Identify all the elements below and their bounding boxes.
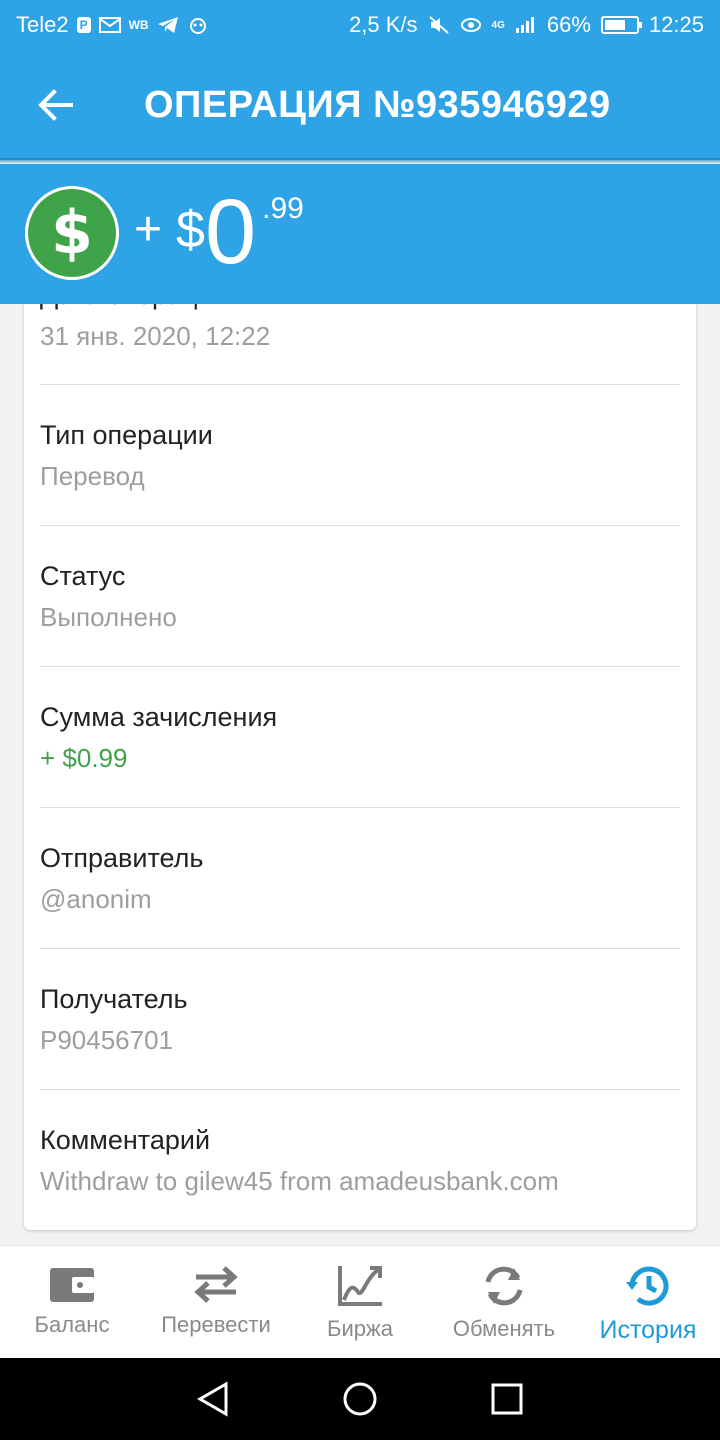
nav-label: Биржа [327,1316,393,1341]
amount-header: $ + $ 0 .99 [0,164,720,304]
detail-value[interactable]: Выполнено [40,602,680,633]
detail-label: Комментарий [40,1125,211,1155]
signal-icon [515,17,534,33]
telegram-icon [157,17,178,33]
mute-icon [428,16,449,34]
detail-label: Статус [40,561,126,591]
amount-whole: 0 [204,181,257,283]
history-icon [626,1266,669,1306]
divider [40,1089,680,1090]
detail-label: Отправитель [40,843,204,873]
divider [40,525,680,526]
back-triangle-icon[interactable] [196,1381,230,1417]
nav-label: Перевести [161,1312,271,1337]
dollar-coin-icon: $ [25,186,119,280]
eye-icon [460,18,481,32]
nav-exchange[interactable]: Обменять [432,1246,576,1358]
nav-label: История [599,1316,697,1344]
status-bar: Tele2 P WB 2,5 K/s 4G 66% 12:25 [0,0,720,50]
page-title: ОПЕРАЦИЯ №935946929 [144,83,611,126]
arrow-back-icon [38,89,73,121]
carrier-label: Tele2 [16,12,69,37]
net-speed: 2,5 K/s [349,12,418,37]
divider [40,948,680,949]
divider [40,807,680,808]
nav-history[interactable]: История [576,1246,720,1358]
battery-percent: 66% [546,12,591,37]
nav-balance[interactable]: Баланс [0,1246,144,1358]
clock: 12:25 [648,12,704,37]
app-toolbar: ОПЕРАЦИЯ №935946929 [0,50,720,160]
app-mascot-icon [189,18,206,34]
network-type-badge: 4G [491,19,505,31]
detail-row-recipient: Получатель P90456701 [40,984,680,1056]
detail-label: Получатель [40,984,188,1014]
detail-value[interactable]: + $0.99 [40,743,680,774]
detail-row-amount: Сумма зачисления + $0.99 [40,702,680,774]
mail-icon [98,17,121,33]
detail-value[interactable]: Withdraw to gilew45 from amadeusbank.com [40,1166,680,1197]
exchange-refresh-icon [485,1266,523,1306]
amount-cents: .99 [262,192,304,225]
detail-row-status: Статус Выполнено [40,561,680,633]
home-circle-icon[interactable] [342,1381,378,1417]
detail-value[interactable]: @anonim [40,884,680,915]
back-button[interactable] [0,50,110,160]
nav-transfer[interactable]: Перевести [144,1246,288,1358]
detail-label: Сумма зачисления [40,702,278,732]
nav-exchange-market[interactable]: Биржа [288,1246,432,1358]
nav-label: Обменять [452,1316,556,1341]
detail-value[interactable]: 31 янв. 2020, 12:22 [40,321,680,352]
detail-label: Тип операции [40,420,213,450]
recents-square-icon[interactable] [490,1382,524,1416]
p-badge: P [76,17,91,33]
chart-icon [338,1266,382,1306]
bottom-navigation: Баланс Перевести Биржа Обменять История [0,1245,720,1358]
battery-icon [600,16,642,34]
amount-currency: $ [176,201,205,259]
detail-value[interactable]: P90456701 [40,1025,680,1056]
system-navigation-bar [0,1358,720,1440]
wallet-icon [50,1268,94,1302]
wb-label: WB [128,18,149,32]
amount-sign: + [134,203,163,256]
amount-display: + $ 0 .99 [134,186,304,278]
nav-label: Баланс [34,1312,110,1337]
detail-row-sender: Отправитель @anonim [40,843,680,915]
transfer-arrows-icon [194,1266,238,1303]
detail-row-comment: Комментарий Withdraw to gilew45 from ama… [40,1125,680,1197]
divider [40,384,680,385]
detail-value[interactable]: Перевод [40,461,680,492]
divider [40,666,680,667]
operation-details-card: Дата операции 31 янв. 2020, 12:22 Тип оп… [24,260,696,1230]
detail-row-type: Тип операции Перевод [40,420,680,492]
